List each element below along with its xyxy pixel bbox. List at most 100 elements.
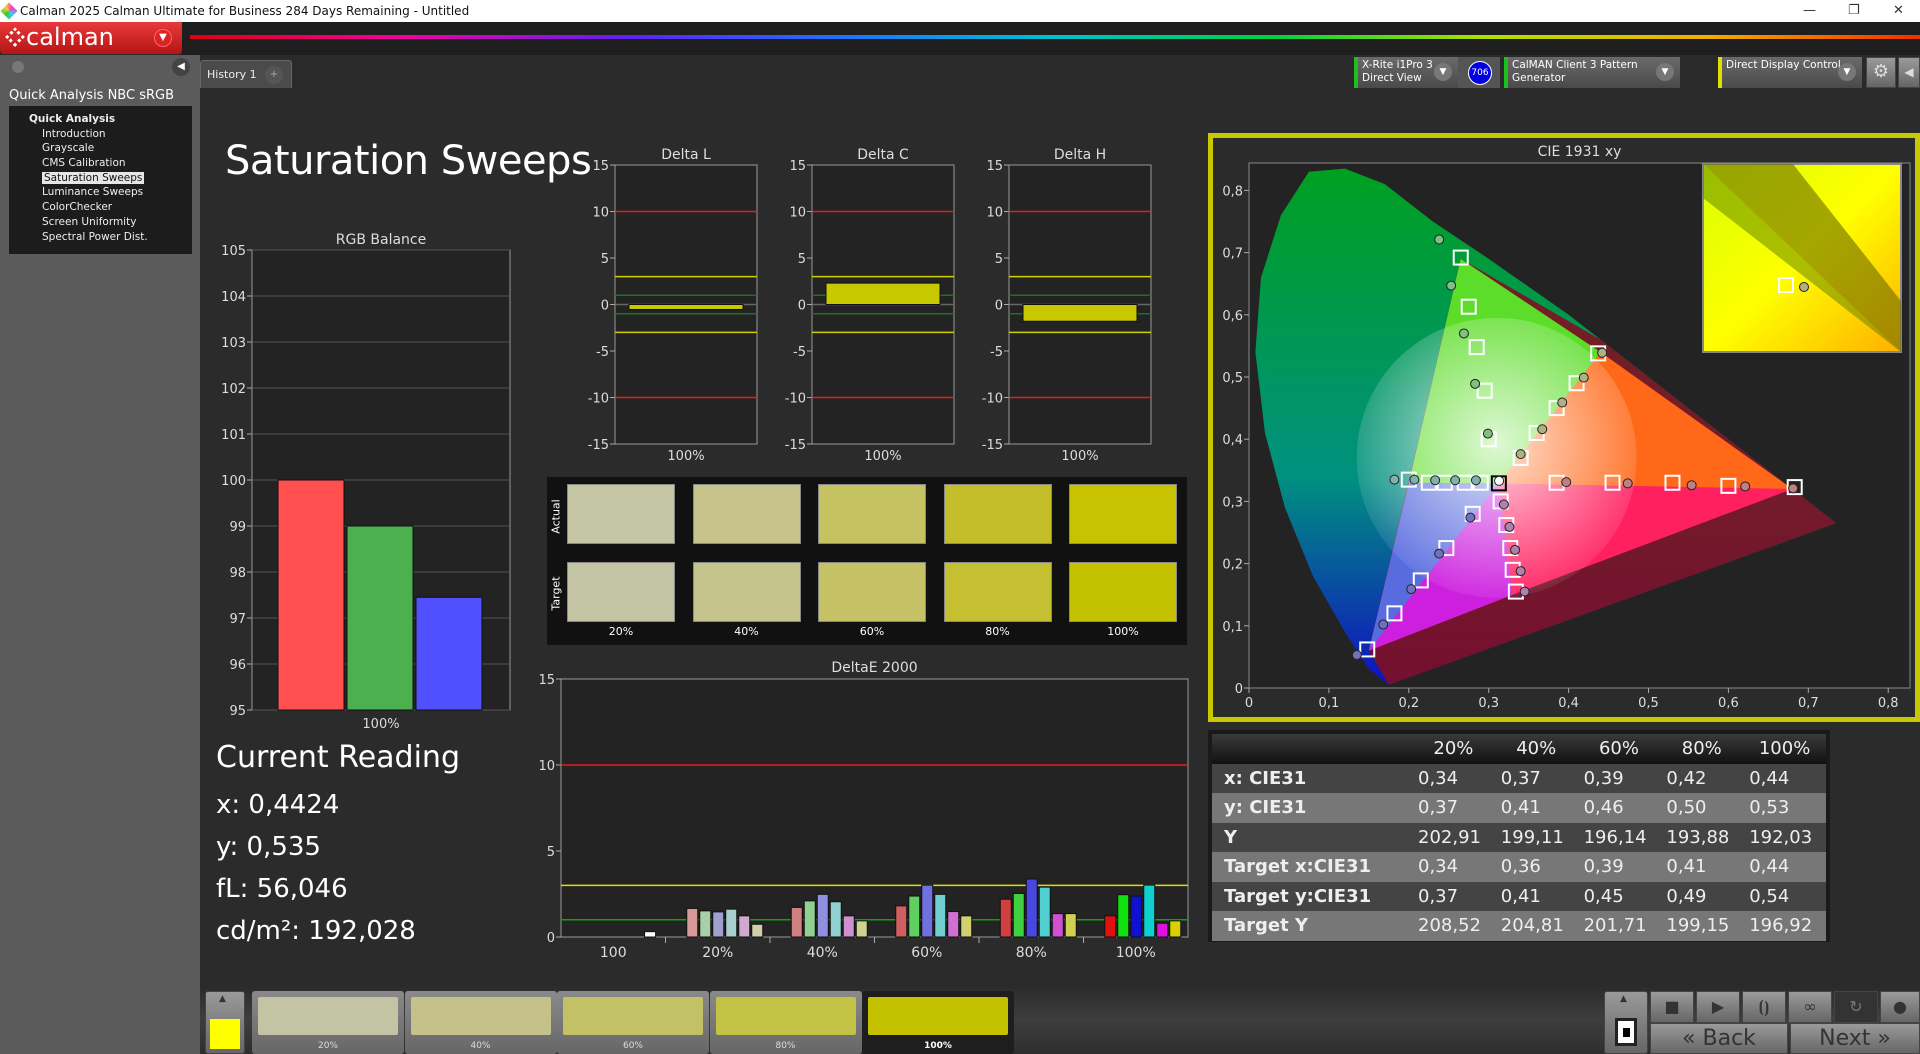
add-tab-button[interactable]: +: [265, 66, 283, 84]
target-swatch: [943, 562, 1052, 622]
table-row: x: CIE31 0,34 0,37 0,39 0,42 0,44: [1212, 763, 1826, 793]
deltae-bar: [908, 895, 921, 938]
tab-label: History 1: [207, 68, 257, 81]
cell-value: 0,46: [1577, 793, 1661, 823]
close-button[interactable]: ✕: [1893, 0, 1904, 22]
next-button[interactable]: Next »: [1790, 1023, 1920, 1054]
actual-row-label: Actual: [549, 499, 563, 534]
restore-button[interactable]: ❐: [1848, 0, 1860, 22]
sidebar-item[interactable]: Grayscale: [9, 141, 192, 156]
cell-value: 0,50: [1660, 793, 1744, 823]
swatch-color: [410, 997, 551, 1035]
sidebar-item[interactable]: CMS Calibration: [9, 156, 192, 171]
cell-value: 192,03: [1743, 822, 1826, 852]
deltae-bar: [960, 915, 973, 938]
swatch-button[interactable]: 20%: [252, 991, 404, 1054]
x-tick-label: 0,5: [1638, 696, 1659, 711]
y-tick-label: 15: [789, 159, 806, 174]
sidebar-item-label: Screen Uniformity: [42, 215, 137, 228]
y-tick-label: 5: [995, 252, 1003, 267]
y-tick-label: 103: [221, 336, 246, 351]
y-tick-label: 104: [221, 290, 246, 305]
sidebar-item[interactable]: Saturation Sweeps: [9, 171, 192, 186]
cell-value: 196,14: [1577, 822, 1661, 852]
swatch-label: 60%: [859, 625, 885, 638]
target-swatch: [1069, 562, 1177, 622]
calman-menu-button[interactable]: calman ▼: [0, 22, 182, 54]
y-tick-label: 15: [538, 673, 555, 688]
sidebar-item[interactable]: Screen Uniformity: [9, 215, 192, 230]
refresh-icon[interactable]: ↻: [1834, 991, 1878, 1023]
swatch-label: 60%: [622, 1041, 643, 1051]
collapse-right-button[interactable]: ◀: [1898, 57, 1920, 88]
cell-value: 0,54: [1743, 881, 1826, 911]
stop-button[interactable]: ■: [1650, 991, 1694, 1023]
deltae-bar: [699, 910, 712, 938]
cell-value: 199,15: [1660, 911, 1744, 941]
y-tick-label: 97: [229, 612, 246, 627]
swatch-button[interactable]: 40%: [404, 991, 557, 1054]
read-series-button[interactable]: ⦗⦘: [1742, 991, 1786, 1023]
measured-marker: [1351, 650, 1362, 661]
swatch-button[interactable]: 100%: [862, 991, 1014, 1054]
sidebar-item-label: CMS Calibration: [42, 157, 126, 170]
measured-marker: [1430, 475, 1441, 486]
sidebar-pin-button[interactable]: [12, 61, 24, 73]
deltae-bar: [725, 908, 738, 938]
continuous-read-icon[interactable]: ∞: [1788, 991, 1832, 1023]
minimize-button[interactable]: —: [1803, 0, 1816, 22]
pattern-toggle[interactable]: ▲: [1604, 991, 1648, 1054]
table-row: Target y:CIE31 0,37 0,41 0,45 0,49 0,54: [1212, 881, 1826, 911]
x-tick-label: 60%: [911, 945, 942, 961]
title-bar: Calman 2025 Calman Ultimate for Business…: [0, 0, 1920, 22]
swatch-label: 100%: [924, 1041, 952, 1051]
extra-button[interactable]: ●: [1880, 991, 1920, 1023]
back-button[interactable]: « Back: [1650, 1023, 1788, 1054]
swatch-color: [563, 997, 703, 1035]
swatch-button[interactable]: 80%: [709, 991, 862, 1054]
x-tick-label: 100%: [864, 449, 901, 464]
chevron-down-icon[interactable]: ▼: [1434, 63, 1452, 81]
chevron-down-icon[interactable]: ▼: [1656, 63, 1674, 81]
sidebar-item[interactable]: Introduction: [9, 127, 192, 142]
sidebar-item[interactable]: Spectral Power Dist.: [9, 230, 192, 245]
x-tick-label: 40%: [807, 945, 838, 961]
tab-history-1[interactable]: History 1 +: [200, 60, 292, 88]
chevron-down-icon[interactable]: ▼: [154, 29, 172, 47]
sidebar-item[interactable]: ColorChecker: [9, 200, 192, 215]
collapse-sidebar-button[interactable]: ◀: [172, 58, 190, 76]
y-tick-label: 10: [538, 759, 555, 774]
display-control-selector[interactable]: Direct Display Control ▼: [1718, 57, 1862, 88]
pattern-generator-selector[interactable]: CalMAN Client 3 Pattern Generator ▼: [1504, 57, 1680, 88]
rainbow-line: [190, 35, 1920, 39]
measured-marker: [1510, 544, 1521, 555]
chevron-down-icon[interactable]: ▼: [1838, 63, 1856, 81]
chevron-up-icon: ▲: [1620, 994, 1627, 1004]
back-label: Back: [1702, 1026, 1756, 1051]
actual-swatch: [567, 484, 675, 544]
measured-marker: [1434, 234, 1445, 245]
play-button[interactable]: ▶: [1696, 991, 1740, 1023]
measured-marker: [1686, 480, 1697, 491]
swatch-button[interactable]: 60%: [557, 991, 709, 1054]
swatch-color: [868, 997, 1008, 1035]
plot-area: [560, 678, 1189, 938]
meter-badge[interactable]: 706: [1468, 61, 1492, 85]
meter-selector[interactable]: X-Rite i1Pro 3 Direct View ▼: [1354, 57, 1458, 88]
deltae-bar: [1038, 886, 1051, 938]
chart-title: CIE 1931 xy: [1538, 144, 1622, 160]
measured-marker: [1557, 397, 1568, 408]
measured-marker: [1450, 475, 1461, 486]
y-tick-label: -10: [982, 392, 1003, 407]
swatch-strip-toggle[interactable]: ▲: [205, 991, 245, 1054]
settings-gear-icon[interactable]: ⚙: [1866, 57, 1896, 88]
chart-title: Delta L: [661, 147, 711, 163]
table-row: y: CIE31 0,37 0,41 0,46 0,50 0,53: [1212, 793, 1826, 823]
actual-swatch: [692, 484, 801, 544]
measured-marker: [1406, 584, 1417, 595]
sidebar-item[interactable]: Luminance Sweeps: [9, 185, 192, 200]
y-tick-label: 0,3: [1222, 495, 1243, 510]
target-swatch: [567, 562, 675, 622]
sidebar-item[interactable]: Quick Analysis: [9, 112, 192, 127]
y-tick-label: 0,5: [1222, 371, 1243, 386]
